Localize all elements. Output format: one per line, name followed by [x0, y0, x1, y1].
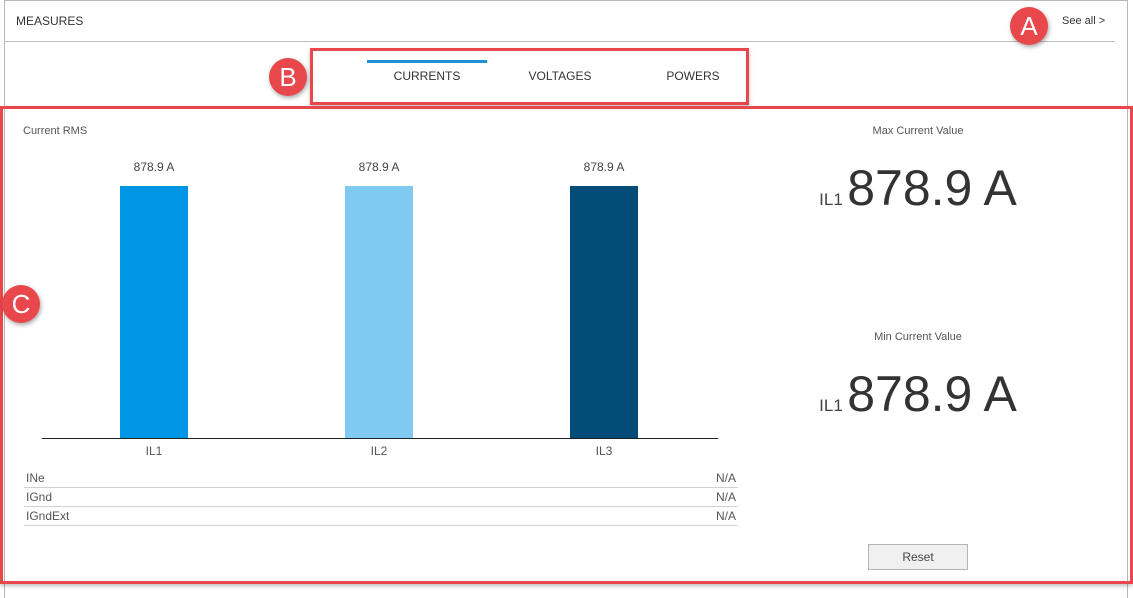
annotation-badge-c: C: [2, 285, 40, 323]
annotation-box-b: [310, 48, 749, 105]
header-divider: [5, 41, 1115, 42]
annotation-badge-a: A: [1010, 7, 1048, 45]
panel-title: MEASURES: [16, 14, 84, 28]
annotation-box-c: [0, 106, 1133, 584]
annotation-badge-b: B: [269, 58, 307, 96]
see-all-link[interactable]: See all >: [1062, 15, 1105, 27]
